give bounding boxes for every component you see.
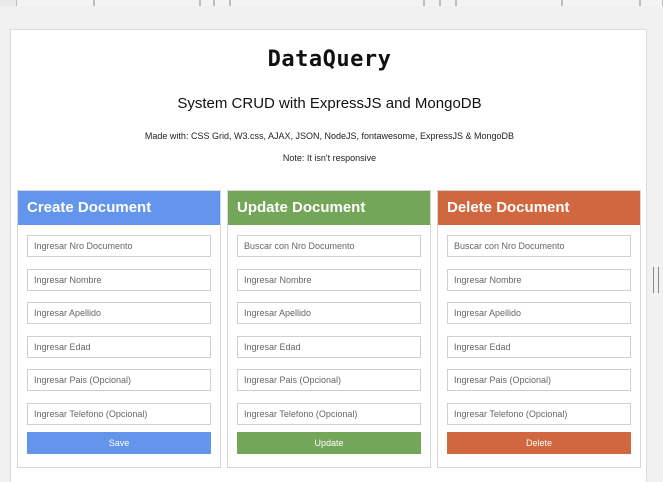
page-subtitle: System CRUD with ExpressJS and MongoDB [177, 95, 482, 112]
toolbar-segment[interactable] [230, 0, 424, 6]
note-text: Note: It isn't responsive [282, 153, 377, 163]
update-panel: Update Document Update [227, 190, 431, 468]
toolbar-segment[interactable] [456, 0, 562, 6]
delete-telefono-input[interactable] [447, 403, 631, 425]
resize-handle[interactable] [653, 267, 659, 293]
create-nombre-input[interactable] [27, 269, 211, 291]
update-panel-title: Update Document [228, 191, 430, 225]
create-pais-input[interactable] [27, 369, 211, 391]
update-button[interactable]: Update [237, 432, 421, 454]
toolbar-segment[interactable] [440, 0, 456, 6]
app-logo: DataQuery [267, 47, 392, 72]
create-panel-title: Create Document [18, 191, 220, 225]
made-with-text: Made with: CSS Grid, W3.css, AJAX, JSON,… [144, 131, 515, 141]
top-toolbar-strip [0, 0, 663, 6]
update-telefono-input[interactable] [237, 403, 421, 425]
toolbar-segment[interactable] [424, 0, 440, 6]
save-button[interactable]: Save [27, 432, 211, 454]
toolbar-segment[interactable] [16, 0, 94, 6]
create-apellido-input[interactable] [27, 302, 211, 324]
toolbar-segment[interactable] [562, 0, 640, 6]
create-panel: Create Document Save [17, 190, 221, 468]
create-edad-input[interactable] [27, 336, 211, 358]
delete-button[interactable]: Delete [447, 432, 631, 454]
toolbar-segment[interactable] [640, 0, 663, 6]
delete-panel-title: Delete Document [438, 191, 640, 225]
delete-search-nro-documento-input[interactable] [447, 235, 631, 257]
update-search-nro-documento-input[interactable] [237, 235, 421, 257]
delete-apellido-input[interactable] [447, 302, 631, 324]
main-card: DataQuery System CRUD with ExpressJS and… [10, 29, 647, 482]
toolbar-segment[interactable] [200, 0, 214, 6]
delete-nombre-input[interactable] [447, 269, 631, 291]
create-telefono-input[interactable] [27, 403, 211, 425]
update-pais-input[interactable] [237, 369, 421, 391]
delete-panel: Delete Document Delete [437, 190, 641, 468]
toolbar-segment[interactable] [94, 0, 200, 6]
toolbar-segment[interactable] [214, 0, 230, 6]
create-nro-documento-input[interactable] [27, 235, 211, 257]
update-nombre-input[interactable] [237, 269, 421, 291]
update-apellido-input[interactable] [237, 302, 421, 324]
delete-edad-input[interactable] [447, 336, 631, 358]
update-edad-input[interactable] [237, 336, 421, 358]
delete-pais-input[interactable] [447, 369, 631, 391]
